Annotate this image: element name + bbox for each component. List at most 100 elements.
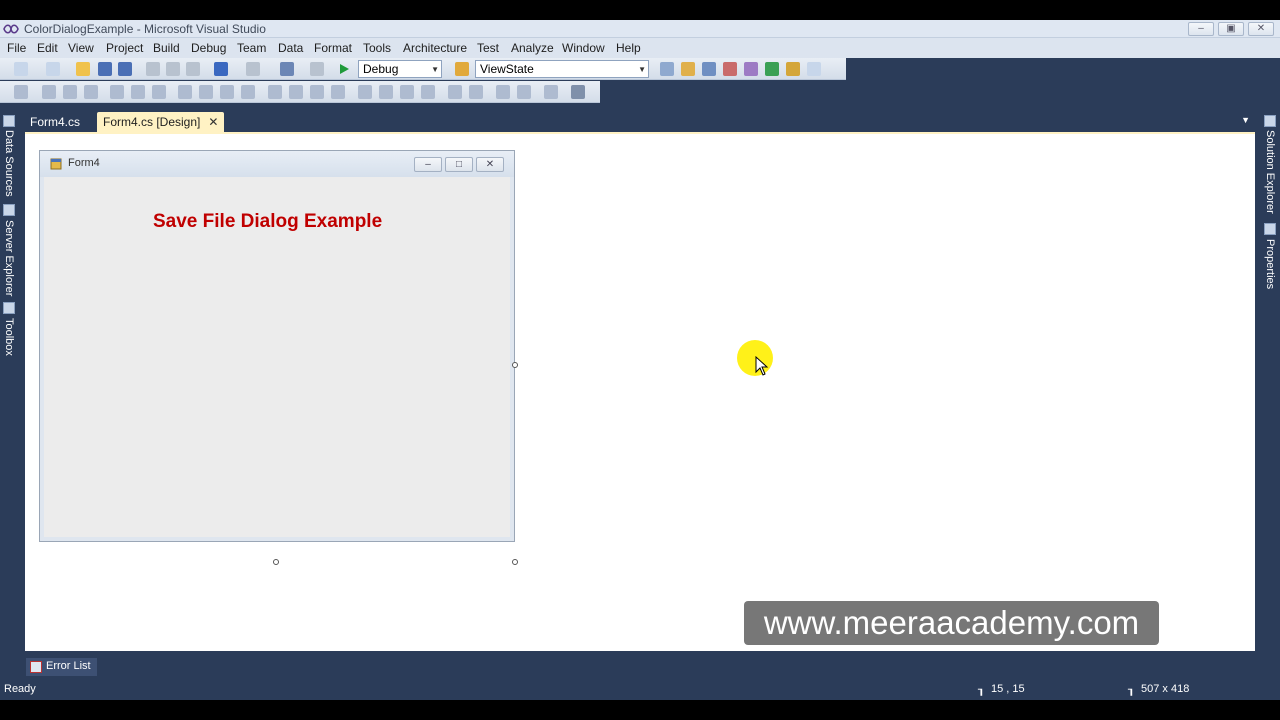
document-tabs: Form4.cs Form4.cs [Design] ✕ ▼ [24, 110, 1256, 132]
align-bottoms-icon[interactable] [152, 85, 166, 99]
lock-controls-icon[interactable] [571, 85, 585, 99]
status-text: Ready [4, 683, 36, 695]
menu-help[interactable]: Help [616, 41, 641, 55]
navigate-backward-icon[interactable] [280, 62, 294, 76]
save-all-icon[interactable] [118, 62, 132, 76]
menu-architecture[interactable]: Architecture [403, 41, 467, 55]
toolbox-icon [3, 302, 15, 314]
extension-manager-icon[interactable] [786, 62, 800, 76]
layout-toolbar [0, 81, 600, 103]
send-to-back-icon[interactable] [517, 85, 531, 99]
find-combo[interactable]: ViewState ▼ [475, 60, 649, 78]
server-explorer-tab[interactable]: Server Explorer [3, 220, 15, 296]
tab-form4-design[interactable]: Form4.cs [Design] ✕ [97, 112, 225, 132]
chevron-down-icon: ▼ [431, 65, 439, 74]
maximize-button[interactable]: ▣ [1218, 22, 1244, 36]
standard-toolbar: Debug ▼ ViewState ▼ [0, 58, 846, 80]
solution-configuration-select[interactable]: Debug ▼ [358, 60, 442, 78]
minimize-button[interactable]: – [1188, 22, 1214, 36]
paste-icon[interactable] [186, 62, 200, 76]
decrease-horizontal-spacing-icon[interactable] [310, 85, 324, 99]
make-same-height-icon[interactable] [199, 85, 213, 99]
menu-team[interactable]: Team [237, 41, 266, 55]
remove-horizontal-spacing-icon[interactable] [331, 85, 345, 99]
toolbox-tab[interactable]: Toolbox [3, 318, 15, 356]
toolbox-icon[interactable] [744, 62, 758, 76]
visual-studio-logo-icon [3, 24, 19, 34]
tab-form4-cs[interactable]: Form4.cs [24, 112, 86, 132]
menu-build[interactable]: Build [153, 41, 180, 55]
make-same-size-icon[interactable] [220, 85, 234, 99]
form-designer-window[interactable]: Form4 – □ ✕ Save File Dialog Example [39, 150, 515, 542]
align-tops-icon[interactable] [110, 85, 124, 99]
remove-vertical-spacing-icon[interactable] [421, 85, 435, 99]
menu-data[interactable]: Data [278, 41, 303, 55]
menu-tools[interactable]: Tools [363, 41, 391, 55]
resize-handle-bottom-right[interactable] [512, 559, 518, 565]
vertical-spacing-icon[interactable] [358, 85, 372, 99]
align-middles-icon[interactable] [131, 85, 145, 99]
navigate-forward-icon[interactable] [310, 62, 324, 76]
start-debugging-icon[interactable] [337, 62, 351, 76]
menu-test[interactable]: Test [477, 41, 499, 55]
form-client-area[interactable]: Save File Dialog Example [46, 177, 508, 536]
open-file-icon[interactable] [76, 62, 90, 76]
title-bar: ColorDialogExample - Microsoft Visual St… [0, 20, 1280, 38]
bring-to-front-icon[interactable] [496, 85, 510, 99]
make-same-width-icon[interactable] [178, 85, 192, 99]
data-sources-tab[interactable]: Data Sources [3, 130, 15, 197]
add-item-icon[interactable] [46, 62, 60, 76]
cut-icon[interactable] [146, 62, 160, 76]
size-to-grid-icon[interactable] [241, 85, 255, 99]
start-page-icon[interactable] [765, 62, 779, 76]
visual-studio-window: ColorDialogExample - Microsoft Visual St… [0, 20, 1280, 700]
menu-debug[interactable]: Debug [191, 41, 226, 55]
properties-tab[interactable]: Properties [1264, 239, 1276, 289]
properties-icon[interactable] [702, 62, 716, 76]
center-vertically-icon[interactable] [469, 85, 483, 99]
menu-project[interactable]: Project [106, 41, 143, 55]
tab-list-dropdown-icon[interactable]: ▼ [1241, 115, 1250, 125]
solution-configuration-value: Debug [363, 62, 399, 76]
find-combo-value: ViewState [480, 62, 534, 76]
menu-view[interactable]: View [68, 41, 94, 55]
find-in-files-icon[interactable] [455, 62, 469, 76]
resize-handle-bottom[interactable] [273, 559, 279, 565]
properties-icon [1264, 223, 1276, 235]
close-button[interactable]: ✕ [1248, 22, 1274, 36]
horizontal-spacing-icon[interactable] [268, 85, 282, 99]
menu-file[interactable]: File [7, 41, 26, 55]
position-icon: ┒ [978, 684, 985, 696]
status-position: 15 , 15 [991, 683, 1025, 695]
error-list-tab[interactable]: Error List [26, 658, 97, 676]
align-lefts-icon[interactable] [42, 85, 56, 99]
center-horizontally-icon[interactable] [448, 85, 462, 99]
new-project-icon[interactable] [14, 62, 28, 76]
object-browser-icon[interactable] [723, 62, 737, 76]
align-rights-icon[interactable] [84, 85, 98, 99]
resize-handle-right[interactable] [512, 362, 518, 368]
align-to-grid-icon[interactable] [14, 85, 28, 99]
solution-explorer-tab[interactable]: Solution Explorer [1264, 130, 1276, 214]
menu-edit[interactable]: Edit [37, 41, 58, 55]
close-tab-icon[interactable]: ✕ [208, 115, 218, 129]
designer-surface[interactable]: Form4 – □ ✕ Save File Dialog Example www… [25, 132, 1255, 651]
undo-icon[interactable] [214, 62, 228, 76]
other-windows-icon[interactable] [807, 62, 821, 76]
menu-format[interactable]: Format [314, 41, 352, 55]
copy-icon[interactable] [166, 62, 180, 76]
error-list-icon [30, 661, 42, 673]
solution-explorer-icon[interactable] [681, 62, 695, 76]
heading-label[interactable]: Save File Dialog Example [153, 211, 382, 233]
menu-analyze[interactable]: Analyze [511, 41, 554, 55]
tab-order-icon[interactable] [544, 85, 558, 99]
increase-vertical-spacing-icon[interactable] [379, 85, 393, 99]
tab-label: Form4.cs [Design] [103, 115, 201, 129]
redo-icon[interactable] [246, 62, 260, 76]
menu-window[interactable]: Window [562, 41, 605, 55]
find-icon[interactable] [660, 62, 674, 76]
increase-horizontal-spacing-icon[interactable] [289, 85, 303, 99]
save-icon[interactable] [98, 62, 112, 76]
decrease-vertical-spacing-icon[interactable] [400, 85, 414, 99]
align-centers-icon[interactable] [63, 85, 77, 99]
